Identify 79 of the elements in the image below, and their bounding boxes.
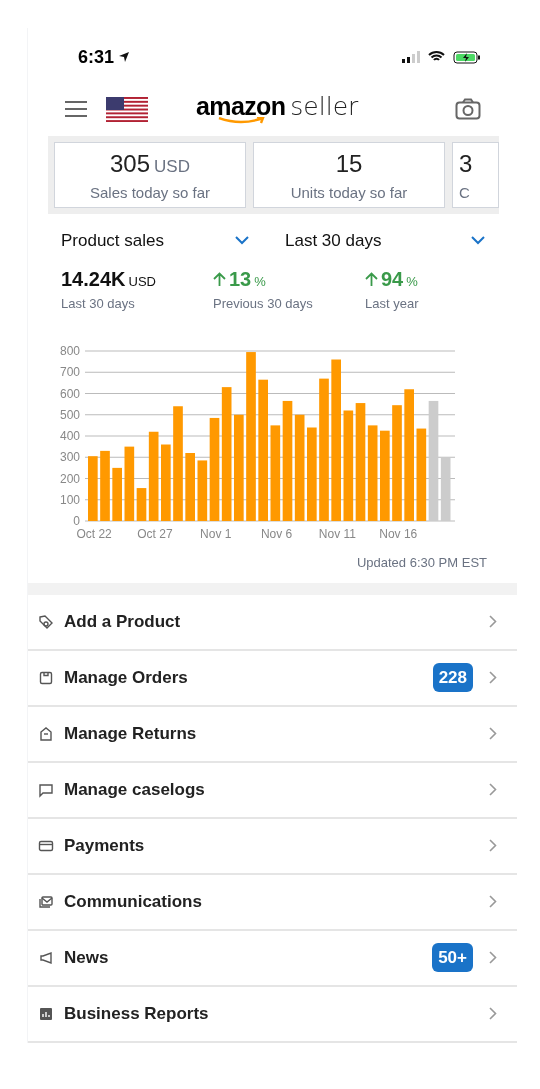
app-logo: amazon seller [196,93,359,125]
axis-label: Nov 6 [260,527,293,541]
dropdown[interactable]: Product sales [61,228,273,254]
megaphone-icon [38,949,54,966]
axis-label: 600 [59,386,80,401]
axis-label: Oct 22 [76,527,112,541]
chevron-right-icon [489,839,497,852]
camera-icon[interactable] [455,98,481,120]
metric-label: Previous 30 days [213,294,314,313]
axis-label: 700 [59,365,80,380]
count-badge: 50+ [432,942,473,973]
axis-label: Nov 11 [318,527,356,541]
menu-item[interactable]: Payments [28,818,517,875]
stat-label: Sales today so far [89,182,211,203]
axis-label: Nov 16 [379,527,418,541]
metric-value: 13 [229,266,252,292]
stat-card[interactable]: 305 USD Sales today so far [54,142,246,208]
stat-card[interactable]: 15 Units today so far [253,142,445,208]
arrow-up-icon [213,271,226,286]
updated-time: Updated 6:30 PM EST [356,554,487,572]
menu-item[interactable]: Add a Product [28,594,517,651]
chevron-right-icon [489,615,497,628]
metric-label: Last year [365,294,420,313]
axis-label: 400 [59,429,80,443]
axis-label: 200 [59,471,80,486]
metric-value: 94 [381,266,404,292]
flag-icon [106,96,148,122]
arrow-up-icon [365,271,378,286]
chevron-right-icon [489,783,497,796]
metric-unit: % [406,272,418,291]
location-arrow-icon [118,51,131,63]
axis-label: 0 [73,514,80,528]
bar [185,453,195,521]
chevron-right-icon [489,671,497,684]
axis-label: 100 [59,492,80,507]
menu-item[interactable]: Communications [28,874,517,931]
menu-item[interactable]: Business Reports [28,986,517,1043]
chat-icon [38,781,54,798]
metric-unit: % [254,272,266,291]
metric-label: Last 30 days [61,294,136,313]
stat-value: 15 [335,148,363,179]
signal-icon [402,51,420,63]
axis-label: 800 [59,344,80,358]
stat-unit: USD [154,155,190,178]
axis-label: Nov 1 [200,527,232,541]
report-icon [38,1005,54,1022]
status-time: 6:31 [78,45,115,69]
menu-item[interactable]: News 50+ [28,930,517,987]
axis-label: Oct 27 [137,527,173,541]
dropdown[interactable]: Last 30 days [273,228,485,254]
chevron-right-icon [489,951,497,964]
menu-icon[interactable] [64,100,88,118]
box-icon [38,669,54,686]
chevron-right-icon [489,727,497,740]
bar [112,467,122,521]
chevron-down-icon [471,236,485,246]
menu-item[interactable]: Manage Returns [28,706,517,763]
axis-label: 300 [59,450,80,465]
menu-item[interactable]: Manage Orders 228 [28,650,517,707]
chevron-down-icon [235,236,249,246]
tag-icon [38,613,54,630]
metric-value: 14.24K [61,266,126,292]
battery-charging-icon [453,50,481,64]
package-icon [38,725,54,742]
count-badge: 228 [432,662,473,693]
stat-card[interactable]: 3 C [452,142,499,208]
stat-value: 305 [110,148,151,179]
chevron-right-icon [489,1007,497,1020]
chevron-right-icon [489,895,497,908]
metric-unit: USD [128,272,156,291]
bar [100,450,110,521]
bar [88,456,98,521]
mail-icon [38,893,54,910]
wifi-icon [428,51,445,63]
stat-value: 3 [459,148,473,179]
menu-item[interactable]: Manage caselogs [28,762,517,819]
axis-label: 500 [59,407,80,422]
stat-label: Units today so far [290,182,408,203]
stat-label: C [459,182,470,203]
